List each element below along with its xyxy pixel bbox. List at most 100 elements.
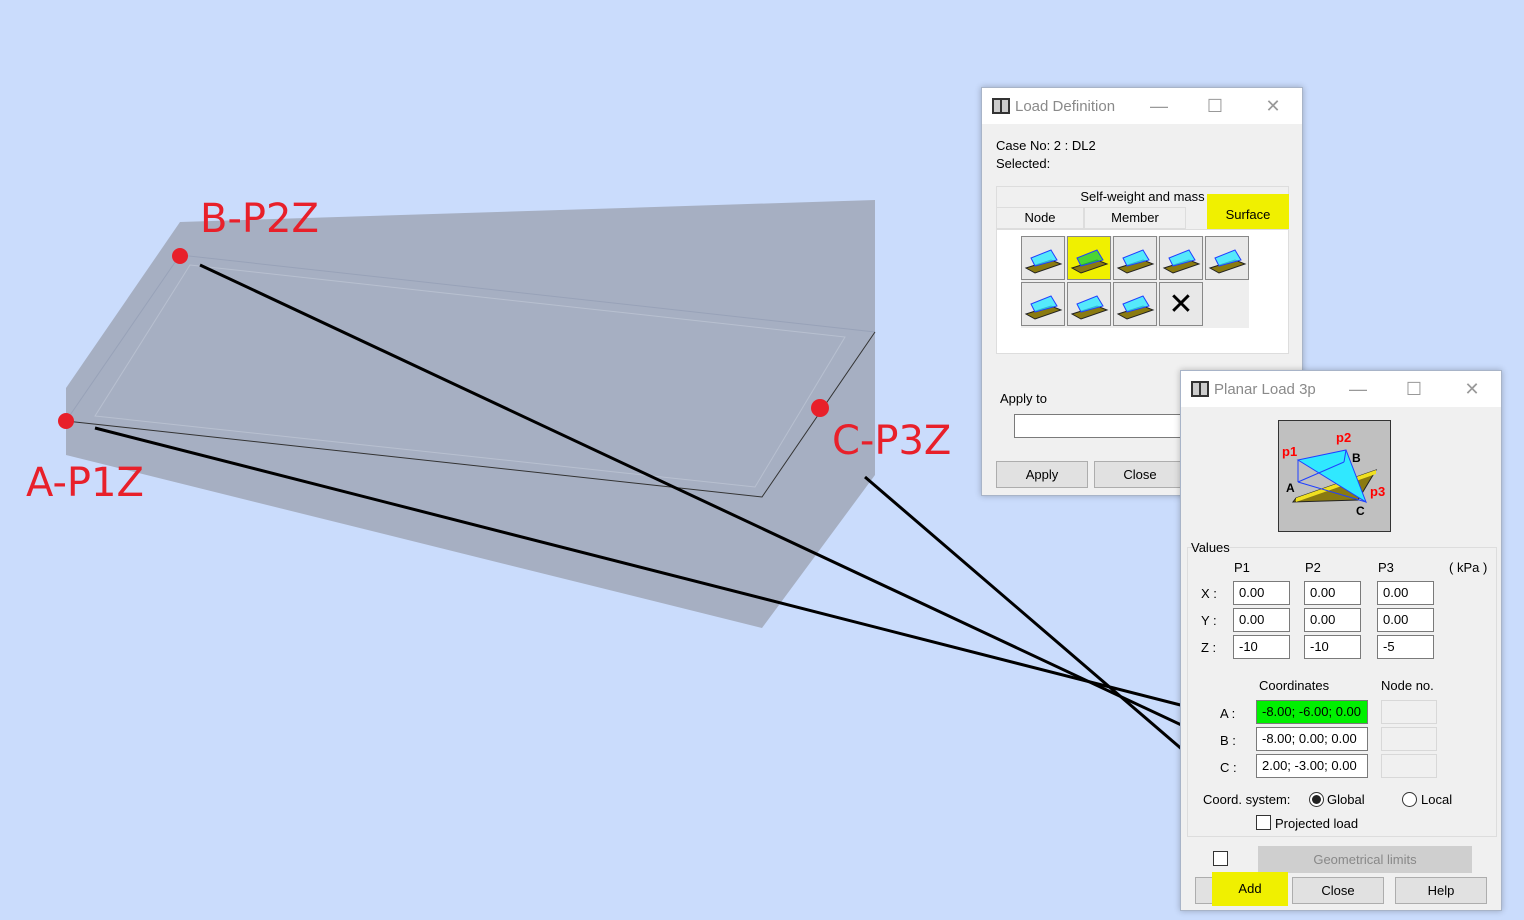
app-icon bbox=[992, 98, 1010, 114]
tab-member[interactable]: Member bbox=[1084, 207, 1186, 229]
tool-uniform-contour-load[interactable] bbox=[1021, 282, 1065, 326]
tab-panel-surface: ✕ bbox=[996, 229, 1289, 354]
apply-button[interactable]: Apply bbox=[996, 461, 1088, 488]
tab-label: Surface bbox=[1225, 207, 1271, 222]
tool-delete-load[interactable]: ✕ bbox=[1159, 282, 1203, 326]
value-input-p3[interactable]: 0.00 bbox=[1377, 608, 1434, 632]
thermal-load-icon bbox=[1208, 249, 1247, 274]
row-label: X : bbox=[1201, 586, 1217, 601]
tab-label: Self-weight and mass bbox=[1080, 189, 1205, 204]
label-c: C-P3Z bbox=[832, 418, 952, 464]
delete-icon: ✕ bbox=[1168, 287, 1194, 321]
tool-hydrostatic-load[interactable] bbox=[1159, 236, 1203, 280]
app-icon bbox=[1191, 381, 1209, 397]
tool-linear-contour-load[interactable] bbox=[1113, 282, 1157, 326]
tab-node[interactable]: Node bbox=[996, 207, 1084, 229]
local-radio[interactable] bbox=[1402, 792, 1417, 807]
point-label: B : bbox=[1220, 733, 1236, 748]
value-input-p3[interactable]: 0.00 bbox=[1377, 581, 1434, 605]
value-input-p2[interactable]: 0.00 bbox=[1304, 608, 1361, 632]
col-p3: P3 bbox=[1378, 560, 1394, 575]
value-input-p2[interactable]: -10 bbox=[1304, 635, 1361, 659]
b-label: B bbox=[1352, 451, 1361, 465]
planar-load-diagram: p1 p2 p3 A B C bbox=[1278, 420, 1391, 532]
dialog-title: Load Definition bbox=[1015, 97, 1116, 115]
point-label: A : bbox=[1220, 706, 1236, 721]
p3-label: p3 bbox=[1370, 484, 1385, 499]
planar-load-3p-icon bbox=[1070, 249, 1109, 274]
tool-linear-load[interactable] bbox=[1113, 236, 1157, 280]
value-input-p1[interactable]: -10 bbox=[1233, 635, 1290, 659]
tool-planar-load-3p[interactable] bbox=[1067, 236, 1111, 280]
maximize-button[interactable]: ☐ bbox=[1389, 371, 1439, 407]
label-a: A-P1Z bbox=[26, 460, 144, 506]
uniform-planar-load-icon bbox=[1024, 249, 1063, 274]
value-input-p1[interactable]: 0.00 bbox=[1233, 581, 1290, 605]
close-button[interactable]: Close bbox=[1094, 461, 1186, 488]
selected-label: Selected: bbox=[996, 156, 1051, 171]
close-icon[interactable]: ✕ bbox=[1248, 88, 1298, 124]
apply-to-input[interactable] bbox=[1014, 414, 1194, 438]
tab-label: Member bbox=[1111, 210, 1159, 225]
add-label: Add bbox=[1212, 872, 1288, 906]
point-c[interactable] bbox=[811, 399, 829, 417]
dialog-title: Planar Load 3p bbox=[1214, 380, 1316, 398]
point-label: C : bbox=[1220, 760, 1237, 775]
close-icon[interactable]: ✕ bbox=[1447, 371, 1497, 407]
tab-label: Node bbox=[1024, 210, 1056, 225]
slab bbox=[66, 200, 875, 628]
linear-contour-load-icon bbox=[1116, 295, 1155, 320]
value-input-p3[interactable]: -5 bbox=[1377, 635, 1434, 659]
tool-contour-load[interactable] bbox=[1067, 282, 1111, 326]
node-no-input[interactable] bbox=[1381, 727, 1437, 751]
linear-load-icon bbox=[1116, 249, 1155, 274]
tab-surface[interactable]: Surface bbox=[1207, 194, 1289, 230]
contour-load-icon bbox=[1070, 295, 1109, 320]
p2-label: p2 bbox=[1336, 430, 1351, 445]
title-bar: Planar Load 3p — ☐ ✕ bbox=[1181, 371, 1501, 407]
title-bar: Load Definition — ☐ ✕ bbox=[982, 88, 1302, 124]
node-no-input[interactable] bbox=[1381, 754, 1437, 778]
projected-load-label: Projected load bbox=[1275, 816, 1359, 831]
unit-label: ( kPa ) bbox=[1449, 560, 1488, 575]
coordinates-input[interactable]: 2.00; -3.00; 0.00 bbox=[1256, 754, 1368, 778]
hydrostatic-load-icon bbox=[1162, 249, 1201, 274]
apply-to-label: Apply to bbox=[1000, 391, 1047, 406]
col-p2: P2 bbox=[1305, 560, 1321, 575]
value-input-p2[interactable]: 0.00 bbox=[1304, 581, 1361, 605]
tool-thermal-load[interactable] bbox=[1205, 236, 1249, 280]
col-p1: P1 bbox=[1234, 560, 1250, 575]
row-label: Y : bbox=[1201, 613, 1217, 628]
coordinates-input[interactable]: -8.00; 0.00; 0.00 bbox=[1256, 727, 1368, 751]
tool-uniform-planar-load[interactable] bbox=[1021, 236, 1065, 280]
minimize-button[interactable]: — bbox=[1333, 371, 1383, 407]
global-label: Global bbox=[1327, 792, 1365, 807]
uniform-contour-load-icon bbox=[1024, 295, 1063, 320]
minimize-button[interactable]: — bbox=[1134, 88, 1184, 124]
value-input-p1[interactable]: 0.00 bbox=[1233, 608, 1290, 632]
coord-system-label: Coord. system: bbox=[1203, 792, 1291, 807]
coordinates-input[interactable]: -8.00; -6.00; 0.00 bbox=[1256, 700, 1368, 724]
row-label: Z : bbox=[1201, 640, 1217, 655]
point-b[interactable] bbox=[172, 248, 188, 264]
case-no: Case No: 2 : DL2 bbox=[996, 138, 1096, 153]
close-button[interactable]: Close bbox=[1292, 877, 1384, 904]
values-label: Values bbox=[1191, 540, 1230, 555]
node-no-input[interactable] bbox=[1381, 700, 1437, 724]
maximize-button[interactable]: ☐ bbox=[1190, 88, 1240, 124]
projected-load-checkbox[interactable] bbox=[1256, 815, 1271, 830]
geometrical-limits-button[interactable]: Geometrical limits bbox=[1258, 846, 1472, 873]
help-button[interactable]: Help bbox=[1395, 877, 1487, 904]
add-button[interactable]: Add bbox=[1195, 872, 1288, 906]
c-label: C bbox=[1356, 504, 1365, 518]
local-label: Local bbox=[1421, 792, 1453, 807]
geometrical-limits-checkbox[interactable] bbox=[1213, 851, 1228, 866]
a-label: A bbox=[1286, 481, 1295, 495]
global-radio[interactable] bbox=[1309, 792, 1324, 807]
p1-label: p1 bbox=[1282, 444, 1297, 459]
label-b: B-P2Z bbox=[200, 196, 319, 242]
pointer-line-c bbox=[864, 475, 1199, 765]
planar-load-3p-dialog: Planar Load 3p — ☐ ✕ p1 p2 p3 A B C Valu… bbox=[1180, 370, 1502, 911]
point-a[interactable] bbox=[58, 413, 74, 429]
coordinates-label: Coordinates bbox=[1259, 678, 1330, 693]
